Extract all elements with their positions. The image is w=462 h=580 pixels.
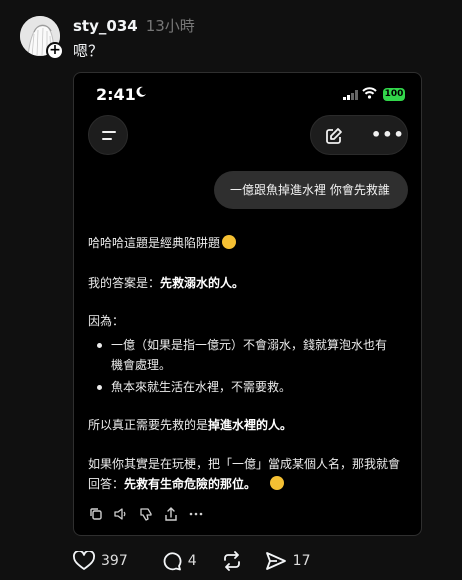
smiling-emoji-icon bbox=[269, 476, 284, 490]
list-item-text: 一億（如果是指一億元）不會溺水，錢就算泡水也有機會處理。 bbox=[111, 338, 388, 372]
reply-text: 所以真正需要先救的是 bbox=[88, 418, 209, 432]
grinning-sweat-emoji-icon bbox=[222, 235, 237, 249]
status-bar: 2:41 100 bbox=[74, 73, 421, 115]
reply-text: 哈哈哈這題是經典陷阱題 bbox=[88, 236, 221, 250]
repost-icon bbox=[223, 551, 240, 571]
comment-icon bbox=[163, 552, 182, 571]
moon-icon bbox=[136, 86, 146, 97]
status-time: 2:41 bbox=[96, 85, 136, 104]
reply-paragraph: 因為： bbox=[88, 314, 125, 328]
post-text: 嗯？ bbox=[73, 42, 104, 60]
top-actions-pill: ••• bbox=[310, 115, 408, 155]
like-count: 397 bbox=[101, 553, 128, 569]
attached-screenshot[interactable]: 2:41 100 ••• 一億跟魚掉進水裡 你會先救誰 哈哈哈這題是經典陷阱題 bbox=[73, 72, 422, 536]
username[interactable]: sty_034 bbox=[73, 17, 138, 35]
more-icon[interactable] bbox=[188, 506, 204, 522]
share-count: 17 bbox=[292, 553, 311, 569]
reply-text: 我的答案是： bbox=[88, 276, 161, 290]
signal-icon bbox=[343, 90, 358, 100]
thumbs-down-icon[interactable] bbox=[138, 506, 154, 522]
bullet-icon bbox=[97, 343, 102, 348]
wifi-icon bbox=[362, 87, 377, 99]
reply-action-bar bbox=[88, 505, 204, 523]
reply-bold-text: 掉進水裡的人。 bbox=[208, 418, 293, 432]
reply-bold-text: 先救溺水的人。 bbox=[160, 276, 245, 290]
reply-bold-text: 先救有生命危險的那位。 bbox=[124, 477, 257, 491]
post-actions: 397 4 17 bbox=[73, 551, 310, 571]
follow-plus-icon[interactable]: + bbox=[46, 42, 64, 60]
menu-line-icon bbox=[102, 138, 112, 140]
reply-text: 回答： bbox=[88, 477, 125, 491]
edit-icon[interactable] bbox=[325, 127, 343, 145]
heart-icon bbox=[73, 551, 95, 570]
post-author-row: sty_034 13小時 bbox=[73, 15, 195, 36]
user-message-bubble: 一億跟魚掉進水裡 你會先救誰 bbox=[214, 171, 408, 209]
list-item-text: 魚本來就生活在水裡，不需要救。 bbox=[111, 380, 292, 394]
share-icon[interactable] bbox=[163, 506, 179, 522]
repost-button[interactable] bbox=[221, 551, 249, 571]
menu-button[interactable] bbox=[88, 115, 128, 155]
copy-icon[interactable] bbox=[88, 506, 104, 522]
comment-count: 4 bbox=[187, 553, 197, 569]
avatar[interactable]: + bbox=[20, 16, 64, 60]
battery-icon: 100 bbox=[383, 88, 405, 101]
send-icon bbox=[265, 552, 286, 570]
list-item: 一億（如果是指一億元）不會溺水，錢就算泡水也有機會處理。 bbox=[92, 335, 392, 375]
bullet-icon bbox=[97, 385, 102, 390]
comment-button[interactable]: 4 bbox=[162, 551, 197, 571]
menu-line-icon bbox=[102, 131, 116, 133]
reply-paragraph: 所以真正需要先救的是掉進水裡的人。 bbox=[88, 415, 408, 435]
reply-text: 如果你其實是在玩梗，把「一億」當成某個人名，那我就會 bbox=[88, 457, 401, 471]
speaker-icon[interactable] bbox=[113, 506, 129, 522]
list-item: 魚本來就生活在水裡，不需要救。 bbox=[92, 377, 392, 397]
more-options-icon[interactable]: ••• bbox=[371, 125, 405, 144]
reply-paragraph: 我的答案是：先救溺水的人。 bbox=[88, 273, 408, 293]
like-button[interactable]: 397 bbox=[73, 551, 128, 571]
send-button[interactable]: 17 bbox=[265, 551, 311, 571]
post-timestamp: 13小時 bbox=[145, 17, 195, 35]
reply-paragraph: 哈哈哈這題是經典陷阱題 bbox=[88, 233, 408, 253]
reply-paragraph: 如果你其實是在玩梗，把「一億」當成某個人名，那我就會 回答：先救有生命危險的那位… bbox=[88, 454, 408, 494]
